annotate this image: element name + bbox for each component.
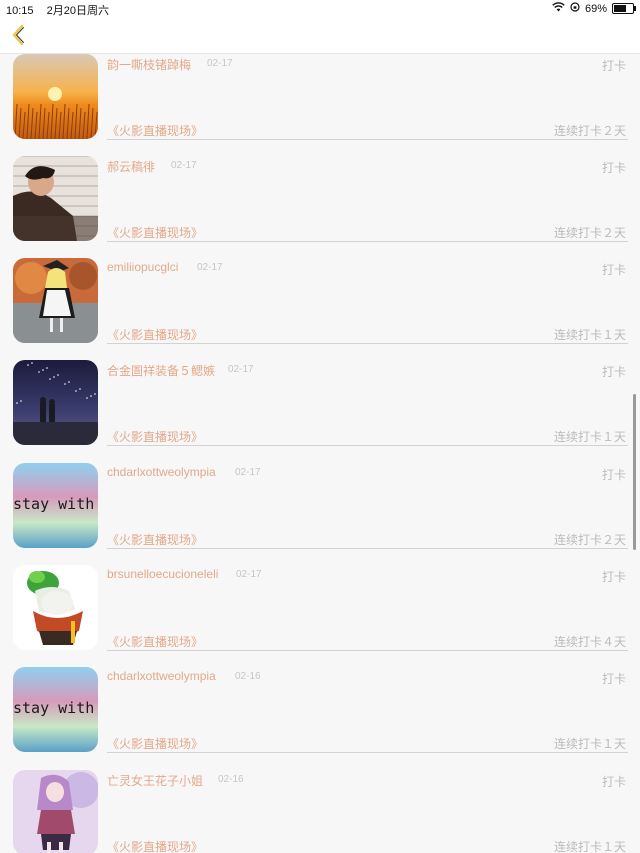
status-right: 69%	[552, 2, 636, 15]
program-title[interactable]: 《火影直播现场》	[107, 122, 203, 139]
streak-count: 连续打卡１天	[553, 737, 626, 751]
user-name[interactable]: 亡灵女王花子小姐	[107, 772, 203, 789]
checkin-date: 02-17	[207, 58, 233, 69]
list-item[interactable]: 亡灵女王花子小姐 02-16 打卡《火影直播现场》 连续打卡１天	[0, 770, 640, 853]
status-time: 10:15	[6, 5, 34, 17]
program-title[interactable]: 《火影直播现场》	[107, 326, 203, 343]
program-title[interactable]: 《火影直播现场》	[107, 838, 203, 853]
battery-icon	[612, 3, 636, 14]
avatar[interactable]: stay with m	[13, 667, 98, 752]
status-bar: 10:15 2月20日周六 69%	[0, 0, 640, 17]
checkin-action[interactable]: 打卡	[602, 773, 626, 790]
user-name[interactable]: 韵一嘶枝锗踔梅	[107, 56, 191, 73]
checkin-date: 02-17	[236, 569, 262, 580]
streak-count: 连续打卡１天	[553, 328, 626, 342]
user-name[interactable]: emiliiopucglci	[107, 260, 178, 274]
checkin-action[interactable]: 打卡	[602, 159, 626, 176]
checkin-date: 02-17	[235, 467, 261, 478]
row-divider	[107, 548, 628, 549]
row-divider	[107, 241, 628, 242]
program-title[interactable]: 《火影直播现场》	[107, 633, 203, 650]
checkin-action[interactable]: 打卡	[602, 363, 626, 380]
svg-text:stay with m: stay with m	[13, 699, 98, 717]
list-item[interactable]: 合金圄祥装备５鳃嫉 02-17 打卡《火影直播现场》 连续打卡１天	[0, 360, 640, 462]
row-divider	[107, 445, 628, 446]
avatar[interactable]	[13, 565, 98, 650]
avatar[interactable]: stay with m	[13, 463, 98, 548]
user-name[interactable]: brsunelloecucioneleli	[107, 567, 218, 581]
streak-count: 连续打卡２天	[553, 533, 626, 547]
battery-percent: 69%	[584, 2, 607, 15]
list-item[interactable]: stay with m chdarlxottweolympia 02-16 打卡《火影…	[0, 667, 640, 769]
checkin-action[interactable]: 打卡	[602, 261, 626, 278]
streak-count: 连续打卡４天	[553, 635, 626, 649]
streak-count: 连续打卡１天	[553, 840, 626, 853]
checkin-date: 02-16	[235, 671, 261, 682]
user-name[interactable]: chdarlxottweolympia	[107, 669, 216, 683]
avatar[interactable]	[13, 360, 98, 445]
user-name[interactable]: chdarlxottweolympia	[107, 465, 216, 479]
wifi-icon	[552, 2, 565, 15]
checkin-action[interactable]: 打卡	[602, 568, 626, 585]
checkin-date: 02-17	[228, 364, 254, 375]
streak-count: 连续打卡１天	[553, 430, 626, 444]
status-date: 2月20日周六	[46, 5, 109, 17]
back-button[interactable]	[4, 21, 32, 49]
program-title[interactable]: 《火影直播现场》	[107, 531, 203, 548]
checkin-action[interactable]: 打卡	[602, 670, 626, 687]
chevron-left-icon	[12, 24, 24, 46]
avatar[interactable]	[13, 54, 98, 139]
orientation-lock-icon	[570, 2, 580, 15]
streak-count: 连续打卡２天	[553, 124, 626, 138]
avatar[interactable]	[13, 770, 98, 853]
list-item[interactable]: 韵一嘶枝锗踔梅 02-17 打卡《火影直播现场》 连续打卡２天	[0, 54, 640, 156]
checkin-date: 02-16	[218, 774, 244, 785]
checkin-action[interactable]: 打卡	[602, 466, 626, 483]
status-left: 10:15 2月20日周六	[6, 2, 119, 18]
avatar[interactable]	[13, 156, 98, 241]
row-divider	[107, 752, 628, 753]
program-title[interactable]: 《火影直播现场》	[107, 735, 203, 752]
checkin-list[interactable]: 韵一嘶枝锗踔梅 02-17 打卡 《火影直播现场》 连续打卡２天 郝云稿徘 02-17 打卡《…	[0, 54, 640, 853]
battery-fill	[614, 5, 627, 12]
list-item[interactable]: emiliiopucglci 02-17 打卡《火影直播现场》 连续打卡１天	[0, 258, 640, 360]
row-divider	[107, 650, 628, 651]
checkin-date: 02-17	[171, 160, 197, 171]
scrollbar[interactable]	[633, 394, 636, 550]
row-divider	[107, 343, 628, 344]
svg-text:stay with m: stay with m	[13, 495, 98, 513]
list-item[interactable]: brsunelloecucioneleli 02-17 打卡《火影直播现场》 连续打卡…	[0, 565, 640, 667]
streak-count: 连续打卡２天	[553, 226, 626, 240]
program-title[interactable]: 《火影直播现场》	[107, 428, 203, 445]
checkin-action[interactable]: 打卡	[602, 57, 626, 74]
program-title[interactable]: 《火影直播现场》	[107, 224, 203, 241]
avatar[interactable]	[13, 258, 98, 343]
user-name[interactable]: 郝云稿徘	[107, 158, 155, 175]
list-item[interactable]: 郝云稿徘 02-17 打卡《火影直播现场》 连续打卡２天	[0, 156, 640, 258]
row-divider	[107, 139, 628, 140]
user-name[interactable]: 合金圄祥装备５鳃嫉	[107, 362, 215, 379]
list-item[interactable]: stay with m chdarlxottweolympia 02-17 打卡《火影…	[0, 463, 640, 565]
nav-bar	[0, 17, 640, 54]
checkin-date: 02-17	[197, 262, 223, 273]
